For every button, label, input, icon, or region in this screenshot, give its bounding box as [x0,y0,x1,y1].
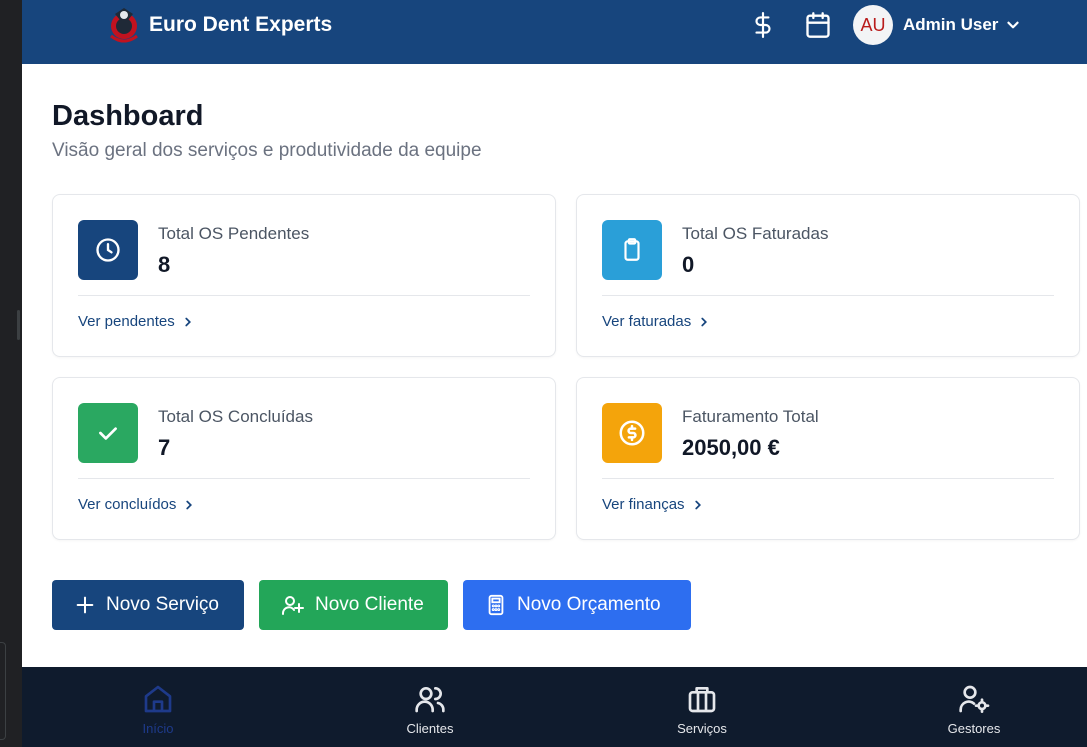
window-left-edge [0,0,22,747]
divider [602,295,1054,296]
card-pending: Total OS Pendentes 8 Ver pendentes [52,194,556,357]
nav-label: Início [142,721,174,736]
link-label: Ver pendentes [78,313,175,330]
chevron-down-icon[interactable] [1004,16,1022,34]
plus-icon [76,596,94,614]
chevron-right-icon [185,317,191,327]
link-ver-concluidos[interactable]: Ver concluídos [78,496,196,514]
clipboard-icon [602,220,662,280]
link-ver-faturadas[interactable]: Ver faturadas [602,313,711,331]
avatar[interactable]: AU [853,5,893,45]
nav-label: Clientes [406,721,454,736]
link-label: Ver concluídos [78,496,177,513]
window-handle [17,310,20,340]
divider [602,478,1054,479]
coin-icon [602,403,662,463]
button-label: Novo Serviço [106,594,219,615]
card-label: Faturamento Total [682,407,819,426]
nav-item-gestores[interactable]: Gestores [884,667,1064,747]
card-label: Total OS Faturadas [682,224,829,243]
card-value: 7 [158,435,171,460]
link-label: Ver faturadas [602,313,692,330]
logo-icon [110,8,138,43]
new-service-button[interactable]: Novo Serviço [52,580,244,630]
link-ver-pendentes[interactable]: Ver pendentes [78,313,195,331]
card-value: 2050,00 € [682,435,780,460]
new-client-button[interactable]: Novo Cliente [259,580,448,630]
user-name[interactable]: Admin User [903,15,998,35]
link-label: Ver finanças [602,496,685,513]
card-label: Total OS Concluídas [158,407,313,426]
card-value: 0 [682,252,695,277]
page-title: Dashboard [52,100,204,132]
chevron-right-icon [694,500,701,510]
chevron-right-icon [701,317,708,327]
nav-label: Serviços [677,721,727,736]
calculator-icon [488,594,504,616]
app-window: Euro Dent Experts AU Admin User Dashboar… [22,0,1087,747]
card-invoiced: Total OS Faturadas 0 Ver faturadas [576,194,1080,357]
user-settings-icon [959,685,990,713]
nav-item-inicio[interactable]: Início [68,667,248,747]
new-quote-button[interactable]: Novo Orçamento [463,580,691,630]
divider [78,295,530,296]
button-label: Novo Cliente [315,594,424,615]
link-ver-financas[interactable]: Ver finanças [602,496,705,514]
home-icon [144,685,172,713]
window-edge-tab [0,642,6,740]
clock-icon [78,220,138,280]
brand-name: Euro Dent Experts [149,13,333,36]
divider [78,478,530,479]
top-bar: Euro Dent Experts AU Admin User [22,0,1087,64]
card-label: Total OS Pendentes [158,224,310,243]
dollar-icon[interactable] [748,10,778,40]
button-label: Novo Orçamento [517,594,661,615]
card-value: 8 [158,252,171,277]
card-completed: Total OS Concluídas 7 Ver concluídos [52,377,556,540]
check-icon [78,403,138,463]
nav-item-servicos[interactable]: Serviços [612,667,792,747]
card-revenue: Faturamento Total 2050,00 € Ver finanças [576,377,1080,540]
page-subtitle: Visão geral dos serviços e produtividade… [52,140,482,161]
chevron-right-icon [186,500,193,510]
user-plus-icon [282,596,304,615]
bottom-nav: Início Clientes Serviços Gestores [22,667,1087,747]
briefcase-icon [688,687,716,713]
nav-item-clientes[interactable]: Clientes [340,667,520,747]
calendar-icon[interactable] [803,10,833,40]
nav-label: Gestores [947,721,1001,736]
users-icon [415,687,445,713]
